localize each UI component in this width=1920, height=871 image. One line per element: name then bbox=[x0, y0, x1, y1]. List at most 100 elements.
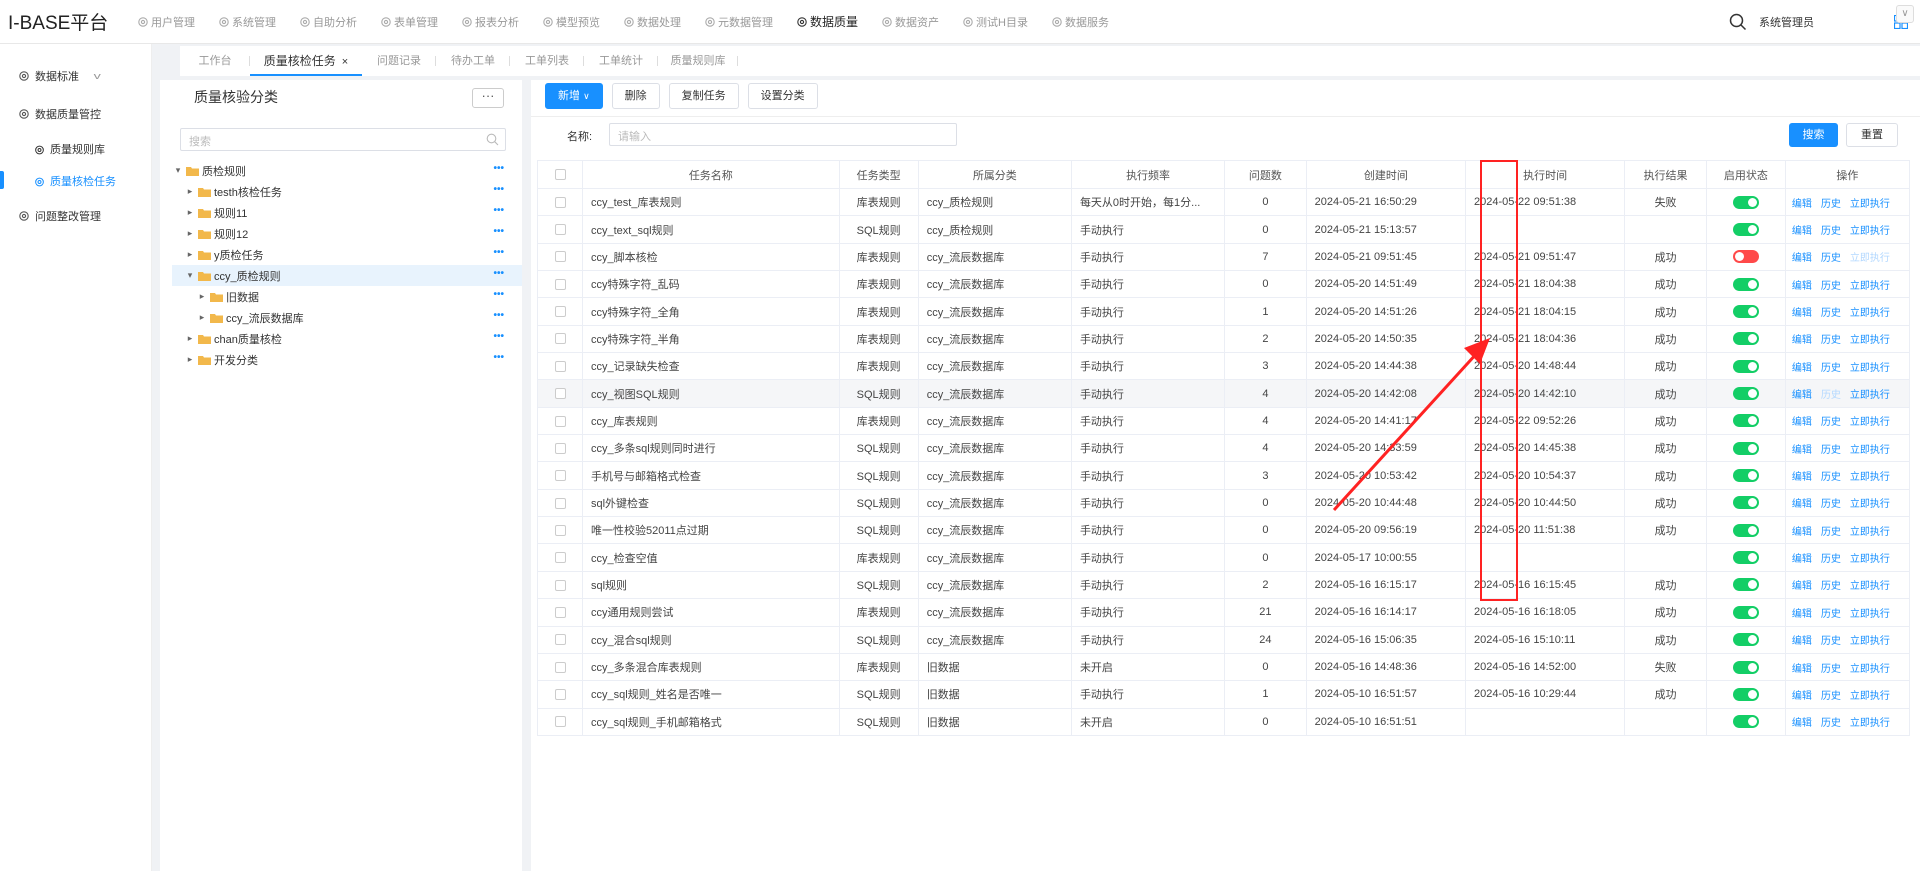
tree-node[interactable]: ▸ 旧数据 ••• bbox=[172, 286, 522, 307]
enabled-toggle[interactable] bbox=[1732, 305, 1759, 319]
enabled-toggle[interactable] bbox=[1732, 715, 1759, 729]
history-link[interactable]: 历史 bbox=[1821, 499, 1841, 510]
enabled-toggle[interactable] bbox=[1732, 332, 1759, 346]
edit-link[interactable]: 编辑 bbox=[1792, 609, 1812, 620]
row-checkbox[interactable] bbox=[554, 497, 566, 509]
caret-right-icon[interactable]: ▸ bbox=[184, 186, 196, 197]
edit-link[interactable]: 编辑 bbox=[1792, 472, 1812, 483]
sidebar-item[interactable]: 质量核检任务 bbox=[0, 165, 151, 197]
history-link[interactable]: 历史 bbox=[1821, 691, 1841, 702]
row-checkbox[interactable] bbox=[554, 688, 566, 700]
table-row[interactable]: ccy_sql规则_姓名是否唯一 SQL规则 旧数据 手动执行 1 2024-05-10 … bbox=[537, 680, 1911, 709]
top-nav-item[interactable]: 系统管理 bbox=[209, 0, 290, 44]
history-link[interactable]: 历史 bbox=[1821, 363, 1841, 374]
run-now-link[interactable]: 立即执行 bbox=[1850, 527, 1890, 538]
table-row[interactable]: ccy_多条混合库表规则 库表规则 旧数据 未开启 0 2024-05-16 14:48:… bbox=[537, 652, 1911, 682]
run-now-link[interactable]: 立即执行 bbox=[1850, 308, 1890, 319]
table-row[interactable]: ccy_检查空值 库表规则 ccy_流辰数据库 手动执行 0 2024-05-17 10:… bbox=[537, 543, 1911, 572]
sidebar-group[interactable]: 数据标准 v bbox=[0, 57, 151, 95]
run-now-link[interactable]: 立即执行 bbox=[1850, 417, 1890, 428]
history-link[interactable]: 历史 bbox=[1821, 609, 1841, 620]
row-checkbox[interactable] bbox=[554, 306, 566, 318]
table-row[interactable]: sql规则 SQL规则 ccy_流辰数据库 手动执行 2 2024-05-16 16:15… bbox=[537, 570, 1911, 600]
more-icon[interactable]: ••• bbox=[493, 164, 504, 174]
top-nav-item[interactable]: 测试H目录 bbox=[953, 0, 1042, 44]
run-now-link[interactable]: 立即执行 bbox=[1850, 226, 1890, 237]
history-link[interactable]: 历史 bbox=[1821, 554, 1841, 565]
table-row[interactable]: ccy_text_sql规则 SQL规则 ccy_质检规则 手动执行 0 2024-05-… bbox=[537, 215, 1911, 244]
tab-item[interactable]: 工作台 bbox=[180, 46, 250, 76]
edit-link[interactable]: 编辑 bbox=[1792, 554, 1812, 565]
run-now-link[interactable]: 立即执行 bbox=[1850, 664, 1890, 675]
history-link[interactable]: 历史 bbox=[1821, 281, 1841, 292]
row-checkbox[interactable] bbox=[554, 524, 566, 536]
more-icon[interactable]: ••• bbox=[493, 248, 504, 258]
reset-button[interactable]: 重置 bbox=[1846, 123, 1898, 147]
user-name[interactable]: 系统管理员 bbox=[1759, 14, 1814, 30]
table-row[interactable]: ccy_混合sql规则 SQL规则 ccy_流辰数据库 手动执行 24 2024-05-1… bbox=[537, 625, 1911, 654]
tab-item[interactable]: 工单统计 bbox=[584, 46, 658, 76]
edit-link[interactable]: 编辑 bbox=[1792, 527, 1812, 538]
history-link[interactable]: 历史 bbox=[1821, 308, 1841, 319]
row-checkbox[interactable] bbox=[554, 224, 566, 236]
run-now-link[interactable]: 立即执行 bbox=[1850, 609, 1890, 620]
edit-link[interactable]: 编辑 bbox=[1792, 636, 1812, 647]
tree-node[interactable]: ▸ 规则11 ••• bbox=[172, 202, 522, 223]
edit-link[interactable]: 编辑 bbox=[1792, 691, 1812, 702]
history-link[interactable]: 历史 bbox=[1821, 636, 1841, 647]
more-icon[interactable]: ••• bbox=[493, 269, 504, 279]
tab-item[interactable]: 问题记录 bbox=[362, 46, 436, 76]
tree-node[interactable]: ▸ chan质量核检 ••• bbox=[172, 328, 522, 349]
more-icon[interactable]: ••• bbox=[493, 227, 504, 237]
enabled-toggle[interactable] bbox=[1732, 633, 1759, 647]
row-checkbox[interactable] bbox=[554, 251, 566, 263]
history-link[interactable]: 历史 bbox=[1821, 253, 1841, 264]
row-checkbox[interactable] bbox=[554, 415, 566, 427]
edit-link[interactable]: 编辑 bbox=[1792, 445, 1812, 456]
tab-item[interactable]: 质量规则库 bbox=[658, 46, 738, 76]
run-now-link[interactable]: 立即执行 bbox=[1850, 445, 1890, 456]
top-nav-item[interactable]: 报表分析 bbox=[452, 0, 533, 44]
run-now-link[interactable]: 立即执行 bbox=[1850, 472, 1890, 483]
run-now-link[interactable]: 立即执行 bbox=[1850, 636, 1890, 647]
sidebar-group[interactable]: 数据质量管控 ^ bbox=[0, 95, 151, 133]
table-row[interactable]: ccy_记录缺失检查 库表规则 ccy_流辰数据库 手动执行 3 2024-05-20 1… bbox=[537, 352, 1911, 381]
search-button[interactable]: 搜索 bbox=[1789, 123, 1838, 147]
more-icon[interactable]: ••• bbox=[493, 332, 504, 342]
history-link[interactable]: 历史 bbox=[1821, 417, 1841, 428]
edit-link[interactable]: 编辑 bbox=[1792, 417, 1812, 428]
row-checkbox[interactable] bbox=[554, 716, 566, 728]
caret-right-icon[interactable]: ▸ bbox=[184, 333, 196, 344]
enabled-toggle[interactable] bbox=[1732, 195, 1759, 209]
history-link[interactable]: 历史 bbox=[1821, 445, 1841, 456]
tree-node[interactable]: ▸ 规则12 ••• bbox=[172, 223, 522, 244]
select-all-checkbox[interactable] bbox=[554, 169, 566, 181]
table-row[interactable]: ccy通用规则尝试 库表规则 ccy_流辰数据库 手动执行 21 2024-05-16 1… bbox=[537, 598, 1911, 627]
history-link[interactable]: 历史 bbox=[1821, 226, 1841, 237]
table-row[interactable]: ccy特殊字符_全角 库表规则 ccy_流辰数据库 手动执行 1 2024-05-20 1… bbox=[537, 297, 1911, 326]
table-row[interactable]: sql外键检查 SQL规则 ccy_流辰数据库 手动执行 0 2024-05-20 10:… bbox=[537, 488, 1911, 518]
history-link[interactable]: 历史 bbox=[1821, 527, 1841, 538]
enabled-toggle[interactable] bbox=[1732, 578, 1759, 592]
top-nav-item[interactable]: 数据服务 bbox=[1042, 0, 1123, 44]
enabled-toggle[interactable] bbox=[1732, 223, 1759, 237]
tree-more-button[interactable]: ··· bbox=[472, 88, 504, 108]
table-row[interactable]: 唯一性校验52011点过期 SQL规则 ccy_流辰数据库 手动执行 0 2024-05-… bbox=[537, 516, 1911, 545]
tree-node[interactable]: ▸ ccy_流辰数据库 ••• bbox=[172, 307, 522, 328]
enabled-toggle[interactable] bbox=[1732, 660, 1759, 674]
more-icon[interactable]: ••• bbox=[493, 206, 504, 216]
tree-search-input[interactable]: 搜索 bbox=[180, 128, 506, 151]
row-checkbox[interactable] bbox=[554, 360, 566, 372]
table-row[interactable]: ccy_test_库表规则 库表规则 ccy_质检规则 每天从0时开始，每1分... 0… bbox=[537, 187, 1911, 217]
run-now-link[interactable]: 立即执行 bbox=[1850, 499, 1890, 510]
edit-link[interactable]: 编辑 bbox=[1792, 390, 1812, 401]
more-icon[interactable]: ••• bbox=[493, 353, 504, 363]
history-link[interactable]: 历史 bbox=[1821, 664, 1841, 675]
table-row[interactable]: ccy_库表规则 库表规则 ccy_流辰数据库 手动执行 4 2024-05-20 14:… bbox=[537, 406, 1911, 436]
close-icon[interactable]: × bbox=[342, 56, 348, 68]
enabled-toggle[interactable] bbox=[1732, 687, 1759, 701]
add-button[interactable]: 新增 ∨ bbox=[545, 83, 603, 109]
enabled-toggle[interactable] bbox=[1732, 359, 1759, 373]
top-nav-item[interactable]: 数据处理 bbox=[614, 0, 695, 44]
edit-link[interactable]: 编辑 bbox=[1792, 363, 1812, 374]
